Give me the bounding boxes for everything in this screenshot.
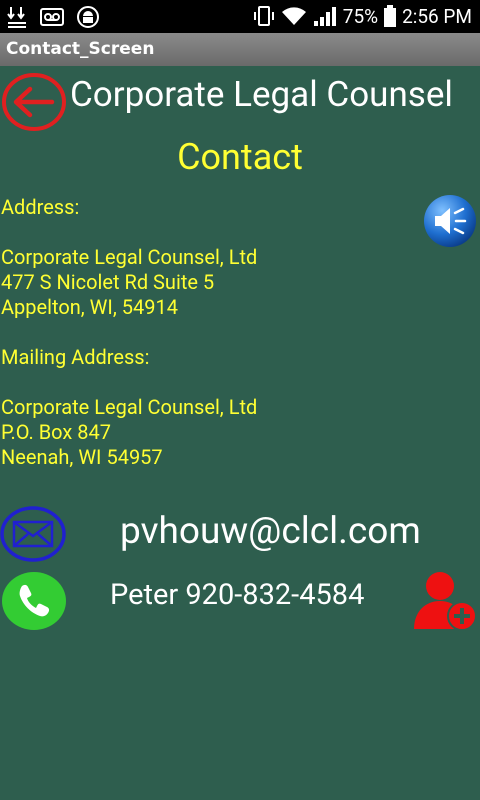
back-arrow-icon[interactable] (2, 72, 66, 132)
app-title: Contact_Screen (6, 39, 155, 59)
mailing-address-line-1: Corporate Legal Counsel, Ltd (1, 395, 258, 419)
contact-screen: Corporate Legal Counsel Contact Address:… (0, 66, 480, 800)
voicemail-icon (40, 8, 64, 26)
page-heading: Contact (177, 136, 303, 178)
add-contact-icon[interactable] (412, 569, 478, 633)
mailing-address-line-3: Neenah, WI 54957 (1, 445, 163, 469)
download-arrows-icon (7, 7, 26, 28)
app-title-bar: Contact_Screen (0, 33, 480, 66)
email-link[interactable]: pvhouw@clcl.com (120, 510, 421, 553)
wifi-icon (281, 7, 306, 25)
battery-percent: 75% (342, 4, 379, 28)
clock: 2:56 PM (402, 4, 472, 28)
address-line-1: Corporate Legal Counsel, Ltd (1, 245, 258, 269)
status-bar: 75% 2:56 PM (0, 0, 480, 33)
mailing-address-label: Mailing Address: (1, 345, 150, 369)
envelope-icon[interactable] (0, 506, 66, 562)
speaker-icon[interactable] (423, 194, 477, 248)
vibrate-icon (253, 6, 274, 26)
cellular-signal-icon (313, 7, 336, 26)
android-robot-icon (77, 6, 99, 28)
address-line-3: Appelton, WI, 54914 (1, 295, 178, 319)
address-label: Address: (1, 195, 80, 219)
phone-icon[interactable] (1, 571, 67, 631)
company-title: Corporate Legal Counsel (70, 74, 453, 115)
address-line-2: 477 S Nicolet Rd Suite 5 (1, 270, 215, 294)
battery-icon (384, 5, 397, 27)
phone-link[interactable]: Peter 920-832-4584 (110, 578, 364, 612)
mailing-address-line-2: P.O. Box 847 (1, 420, 111, 444)
